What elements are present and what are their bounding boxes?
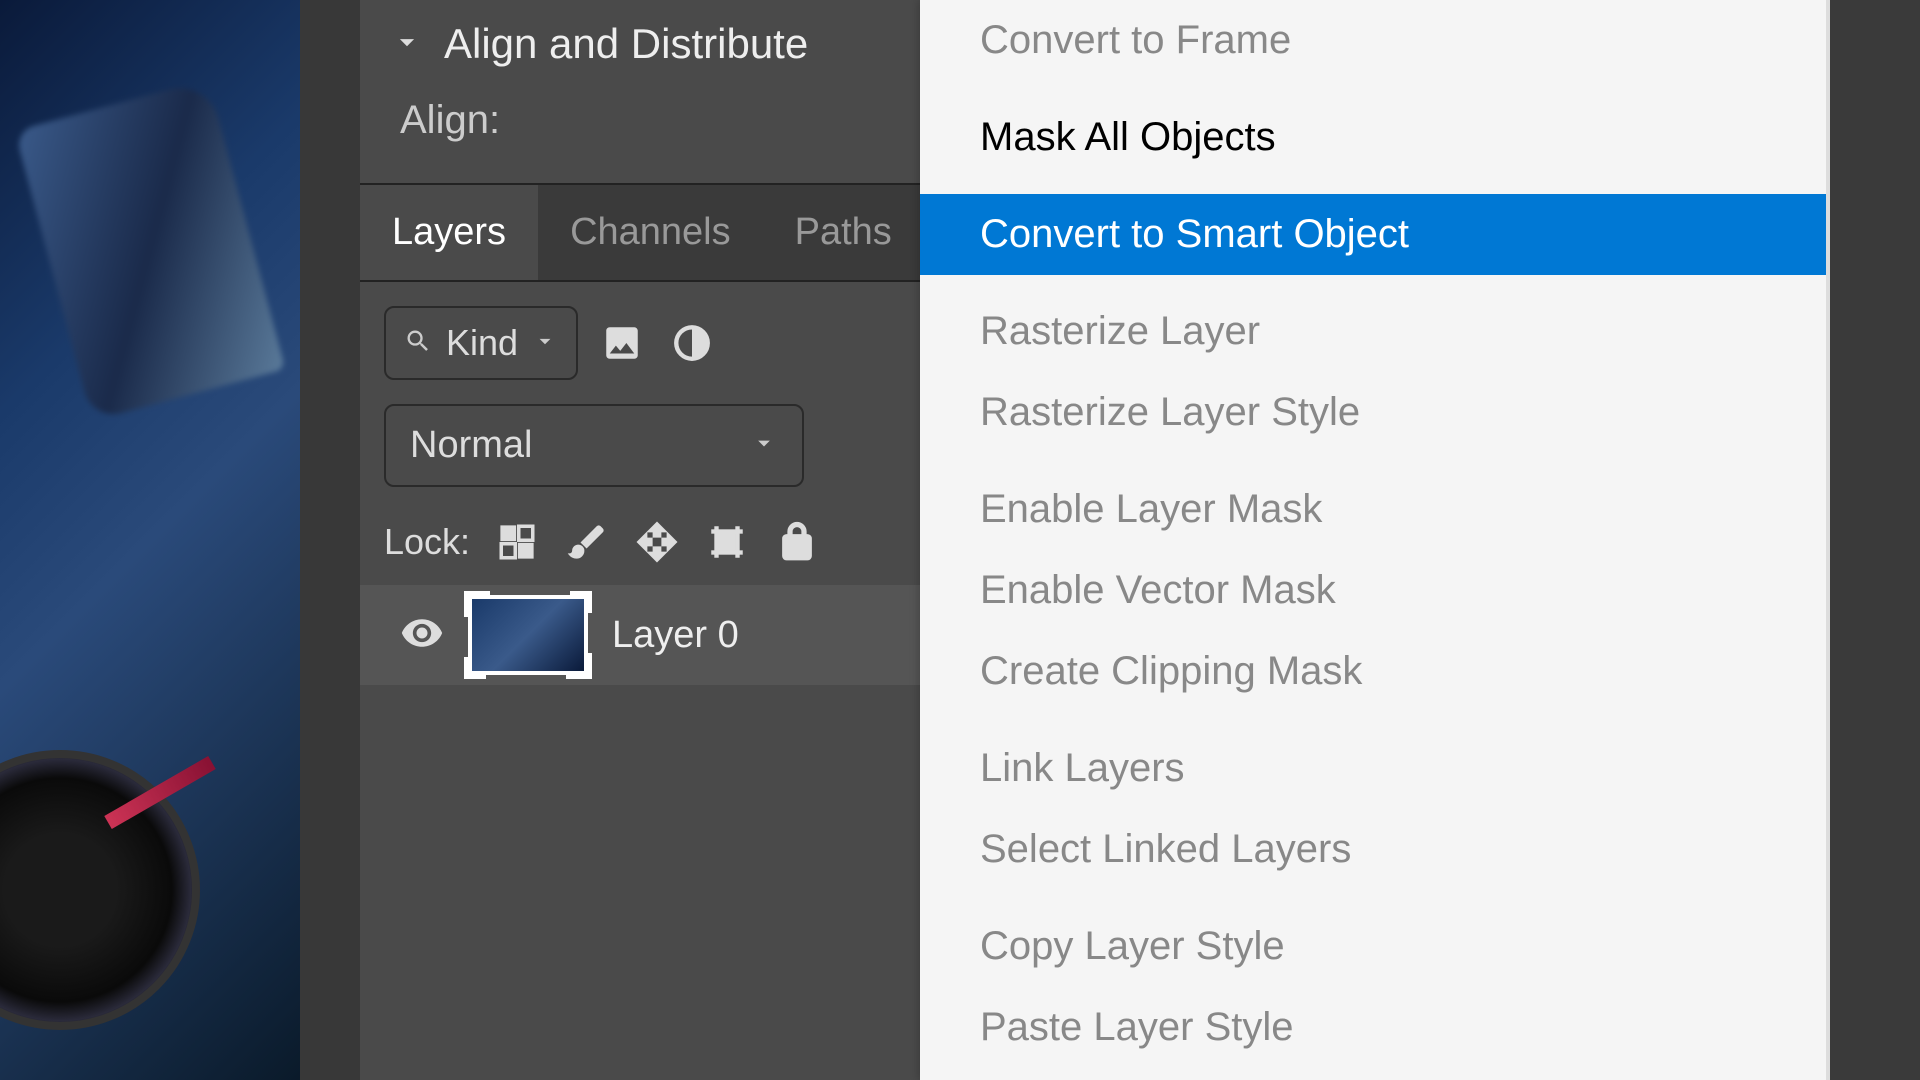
kind-filter-dropdown[interactable]: Kind — [384, 306, 578, 380]
layer-thumbnail[interactable] — [468, 595, 588, 675]
properties-panel: Align and Distribute Align: Layers Chann… — [360, 0, 920, 1080]
lock-all-icon[interactable] — [774, 519, 820, 565]
lock-brush-icon[interactable] — [564, 519, 610, 565]
menu-link-layers[interactable]: Link Layers — [920, 728, 1826, 809]
menu-enable-layer-mask[interactable]: Enable Layer Mask — [920, 469, 1826, 550]
menu-mask-all-objects[interactable]: Mask All Objects — [920, 97, 1826, 178]
right-edge — [1830, 0, 1920, 1080]
adjustment-filter-icon[interactable] — [666, 317, 718, 369]
layer-row[interactable]: Layer 0 — [360, 585, 920, 685]
lock-controls-row: Lock: — [360, 499, 920, 585]
chevron-down-icon — [532, 328, 558, 359]
menu-select-linked-layers[interactable]: Select Linked Layers — [920, 809, 1826, 890]
lock-transparency-icon[interactable] — [494, 519, 540, 565]
blend-mode-row: Normal — [360, 392, 920, 499]
align-section-header[interactable]: Align and Distribute — [360, 0, 920, 88]
menu-rasterize-layer[interactable]: Rasterize Layer — [920, 291, 1826, 372]
section-title: Align and Distribute — [444, 20, 808, 68]
menu-enable-vector-mask[interactable]: Enable Vector Mask — [920, 550, 1826, 631]
layer-name[interactable]: Layer 0 — [612, 614, 739, 657]
layers-panel-empty — [360, 685, 920, 1080]
menu-create-clipping-mask[interactable]: Create Clipping Mask — [920, 631, 1826, 712]
canvas-image-area[interactable] — [0, 0, 300, 1080]
menu-paste-layer-style[interactable]: Paste Layer Style — [920, 987, 1826, 1068]
blend-mode-dropdown[interactable]: Normal — [384, 404, 804, 487]
layer-filter-row: Kind — [360, 282, 920, 392]
lock-move-icon[interactable] — [634, 519, 680, 565]
menu-convert-to-frame[interactable]: Convert to Frame — [920, 0, 1826, 81]
visibility-icon[interactable] — [400, 611, 444, 660]
image-filter-icon[interactable] — [596, 317, 648, 369]
menu-rasterize-layer-style[interactable]: Rasterize Layer Style — [920, 372, 1826, 453]
menu-copy-layer-style[interactable]: Copy Layer Style — [920, 906, 1826, 987]
tab-layers[interactable]: Layers — [360, 185, 538, 280]
tab-paths[interactable]: Paths — [763, 185, 924, 280]
search-icon — [404, 327, 432, 360]
align-label: Align: — [360, 88, 920, 183]
menu-clear-layer-style[interactable]: Clear Layer Style — [920, 1068, 1826, 1080]
lock-label: Lock: — [384, 521, 470, 563]
layer-context-menu: Convert to Frame Mask All Objects Conver… — [920, 0, 1830, 1080]
chevron-down-icon — [750, 429, 778, 462]
tab-channels[interactable]: Channels — [538, 185, 763, 280]
lock-artboard-icon[interactable] — [704, 519, 750, 565]
kind-label: Kind — [446, 322, 518, 364]
blend-mode-value: Normal — [410, 424, 532, 467]
panel-divider — [300, 0, 360, 1080]
chevron-down-icon — [390, 25, 424, 64]
panel-tabs: Layers Channels Paths — [360, 183, 920, 282]
menu-convert-to-smart-object[interactable]: Convert to Smart Object — [920, 194, 1826, 275]
